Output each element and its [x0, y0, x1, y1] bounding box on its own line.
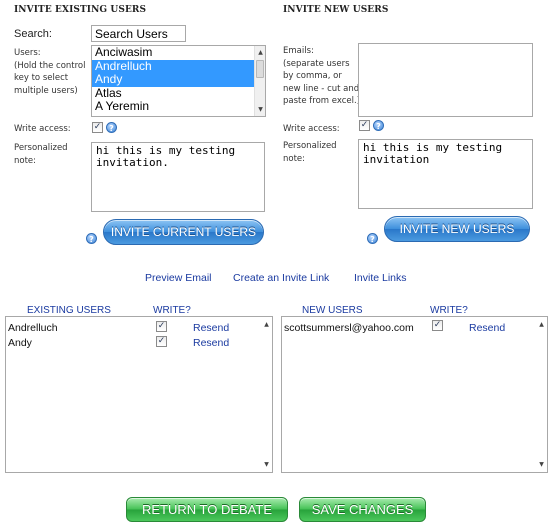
- create-invite-link[interactable]: Create an Invite Link: [233, 272, 329, 284]
- write-access-checkbox[interactable]: ✓: [359, 120, 370, 131]
- emails-label-line: by comma, or: [283, 71, 342, 81]
- existing-user-name: Andy: [8, 337, 32, 349]
- new-users-panel: scottsummersl@yahoo.com ✓ Resend ▲ ▼: [281, 316, 548, 473]
- invite-links-link[interactable]: Invite Links: [354, 272, 407, 284]
- help-icon[interactable]: ?: [86, 233, 97, 244]
- scroll-up-icon[interactable]: ▲: [261, 319, 272, 330]
- user-option[interactable]: A Yeremin: [92, 99, 265, 114]
- scroll-down-icon[interactable]: ▼: [261, 459, 272, 470]
- personalized-note-label: Personalized note:: [14, 142, 68, 167]
- help-icon[interactable]: ?: [373, 120, 384, 131]
- resend-link[interactable]: Resend: [193, 337, 229, 349]
- note-label-line: Personalized: [283, 141, 337, 151]
- scroll-up-icon[interactable]: ▲: [536, 319, 547, 330]
- scroll-up-icon[interactable]: ▲: [255, 47, 265, 58]
- new-users-scrollbar[interactable]: ▲ ▼: [536, 317, 547, 472]
- write-access-label: Write access:: [14, 124, 71, 134]
- users-label-line: multiple users): [14, 85, 78, 96]
- existing-user-write-checkbox[interactable]: ✓: [156, 321, 167, 332]
- return-to-debate-button[interactable]: RETURN TO DEBATE: [126, 497, 288, 522]
- invite-new-users-button[interactable]: INVITE NEW USERS: [384, 216, 530, 242]
- existing-users-scrollbar[interactable]: ▲ ▼: [261, 317, 272, 472]
- user-option[interactable]: Atlas: [92, 86, 265, 101]
- users-label-line: Users:: [14, 48, 41, 58]
- user-option[interactable]: Anciwasim: [92, 46, 265, 60]
- preview-email-link[interactable]: Preview Email: [145, 272, 212, 284]
- users-label-line: key to select: [14, 73, 69, 83]
- emails-label-line: paste from excel.): [283, 96, 361, 106]
- emails-label-line: Emails:: [283, 46, 314, 56]
- scroll-down-icon[interactable]: ▼: [255, 104, 265, 115]
- users-label-line: (Hold the control: [14, 60, 86, 71]
- invite-current-users-button[interactable]: INVITE CURRENT USERS: [103, 219, 264, 245]
- existing-users-column-header: EXISTING USERS: [27, 305, 111, 316]
- note-label-line: Personalized: [14, 143, 68, 153]
- resend-link[interactable]: Resend: [193, 322, 229, 334]
- existing-write-column-header: WRITE?: [153, 305, 191, 316]
- user-option[interactable]: Andy: [92, 72, 265, 87]
- write-access-label: Write access:: [283, 124, 340, 134]
- help-icon[interactable]: ?: [106, 122, 117, 133]
- users-listbox[interactable]: Anciwasim Andrelluch Andy Atlas A Yeremi…: [91, 45, 266, 117]
- existing-users-panel: Andrelluch ✓ Resend Andy ✓ Resend ▲ ▼: [5, 316, 273, 473]
- invite-existing-header: INVITE EXISTING USERS: [14, 5, 147, 15]
- new-write-column-header: WRITE?: [430, 305, 468, 316]
- users-label: Users: (Hold the control key to select m…: [14, 47, 85, 97]
- users-scrollbar[interactable]: ▲ ▼: [254, 46, 265, 116]
- note-label-line: note:: [14, 155, 37, 166]
- emails-label-line: new line - cut and: [283, 83, 360, 94]
- emails-label-line: (separate users: [283, 58, 350, 69]
- resend-link[interactable]: Resend: [469, 322, 505, 334]
- scroll-down-icon[interactable]: ▼: [536, 459, 547, 470]
- help-icon[interactable]: ?: [367, 233, 378, 244]
- scroll-thumb[interactable]: [256, 60, 264, 78]
- user-option[interactable]: Andrelluch: [92, 59, 265, 73]
- new-users-column-header: NEW USERS: [302, 305, 363, 316]
- existing-note-textarea[interactable]: hi this is my testing invitation.: [91, 142, 265, 212]
- search-users-input[interactable]: [91, 25, 186, 42]
- note-label-line: note:: [283, 153, 306, 164]
- search-label: Search:: [14, 28, 52, 40]
- new-user-write-checkbox[interactable]: ✓: [432, 320, 443, 331]
- write-access-checkbox[interactable]: ✓: [92, 122, 103, 133]
- new-user-email: scottsummersl@yahoo.com: [284, 322, 414, 334]
- existing-user-write-checkbox[interactable]: ✓: [156, 336, 167, 347]
- invite-new-header: INVITE NEW USERS: [283, 5, 389, 15]
- new-note-textarea[interactable]: hi this is my testing invitation: [358, 139, 533, 209]
- emails-textarea[interactable]: [358, 43, 533, 117]
- personalized-note-label: Personalized note:: [283, 140, 337, 165]
- existing-user-name: Andrelluch: [8, 322, 58, 334]
- save-changes-button[interactable]: SAVE CHANGES: [299, 497, 426, 522]
- emails-label: Emails: (separate users by comma, or new…: [283, 45, 360, 108]
